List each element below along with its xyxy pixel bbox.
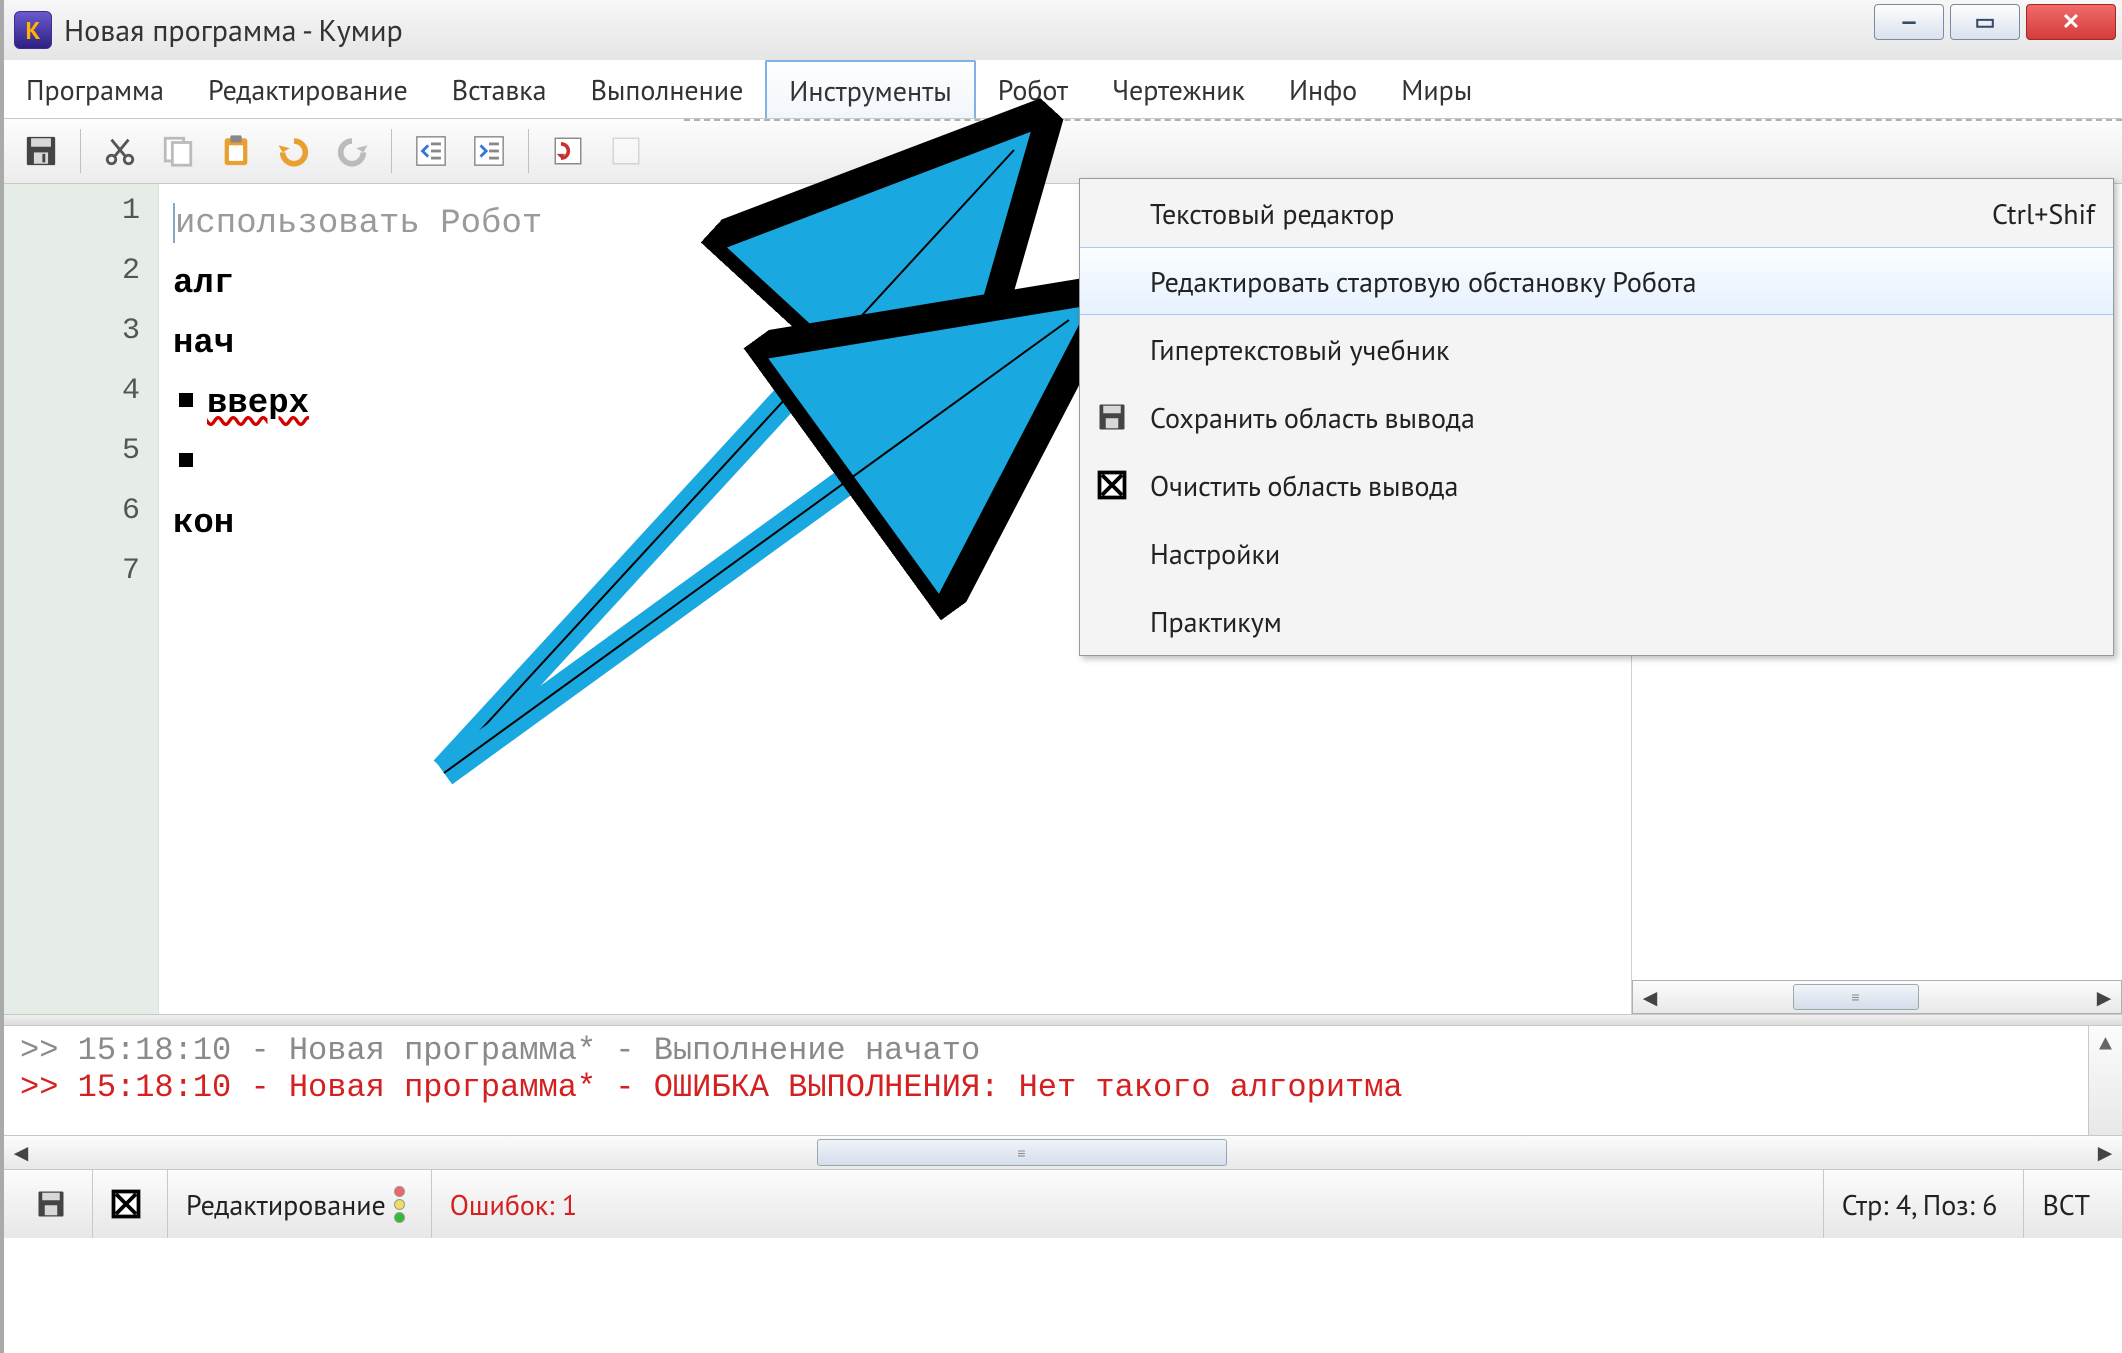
clear-icon [1097,470,1127,500]
outdent-button[interactable] [406,126,456,176]
scroll-thumb[interactable]: ≡ [1793,984,1919,1010]
outdent-icon [414,134,448,168]
menu-tools[interactable]: Инструменты [765,60,975,118]
window-controls: — ▭ ✕ [1874,0,2122,60]
menu-worlds[interactable]: Миры [1379,60,1494,118]
maximize-button[interactable]: ▭ [1950,4,2020,40]
console-vscrollbar[interactable]: ▲ [2088,1026,2122,1135]
maximize-icon: ▭ [1975,8,1996,36]
undo-icon [277,134,311,168]
scroll-right-icon[interactable]: ► [2088,1136,2122,1169]
save-button[interactable] [16,126,66,176]
dropdown-item[interactable]: Практикум [1080,587,2113,655]
side-hscrollbar[interactable]: ◄ ≡ ► [1632,980,2122,1014]
indent-button[interactable] [464,126,514,176]
dropdown-item[interactable]: Сохранить область вывода [1080,383,2113,451]
close-button[interactable]: ✕ [2026,4,2116,40]
status-cursor: Стр: 4, Поз: 6 [1823,1170,2016,1238]
app-icon: К [14,11,52,49]
tools-dropdown: Текстовый редакторCtrl+Shif Редактировать… [1079,178,2114,656]
run-step-button[interactable] [543,126,593,176]
scroll-thumb[interactable]: ≡ [817,1139,1227,1166]
menu-run[interactable]: Выполнение [569,60,766,118]
dropdown-item[interactable]: Гипертекстовый учебник [1080,315,2113,383]
window-title: Новая программа - Кумир [64,11,403,50]
scroll-track[interactable]: ≡ [38,1136,2088,1169]
minimize-button[interactable]: — [1874,4,1944,40]
console-line: >> 15:18:10 - Новая программа* - Выполне… [20,1032,2106,1069]
console-error-line: >> 15:18:10 - Новая программа* - ОШИБКА … [20,1069,2106,1106]
status-errors: Ошибок: 1 [431,1170,595,1238]
dropdown-shortcut: Ctrl+Shif [1992,195,2113,232]
console-panel: >> 15:18:10 - Новая программа* - Выполне… [4,1026,2122,1136]
toolbar-separator [391,129,392,173]
status-insert-mode: ВСТ [2023,1170,2108,1238]
status-mode: Редактирование [167,1170,423,1238]
scroll-track[interactable]: ≡ [1667,981,2087,1013]
toolbar-dashed-border [684,119,2122,121]
toolbar [4,118,2122,184]
dropdown-item[interactable]: Текстовый редакторCtrl+Shif [1080,179,2113,247]
dropdown-label: Сохранить область вывода [1144,399,2113,436]
indent-icon [472,134,506,168]
traffic-light-icon [394,1186,405,1223]
undo-button[interactable] [269,126,319,176]
titlebar: К Новая программа - Кумир — ▭ ✕ [4,0,2122,60]
dropdown-label: Настройки [1144,535,2113,572]
redo-button[interactable] [327,126,377,176]
scissors-icon [103,134,137,168]
toolbar-separator [80,129,81,173]
redo-icon [335,134,369,168]
save-icon [1097,402,1127,432]
save-icon [24,134,58,168]
scroll-right-icon[interactable]: ► [2087,981,2121,1013]
dropdown-label: Гипертекстовый учебник [1144,331,2113,368]
minimize-icon: — [1900,8,1918,36]
menu-insert[interactable]: Вставка [430,60,569,118]
dropdown-label: Редактировать стартовую обстановку Робот… [1144,263,2113,300]
line-gutter: 1 2 3 4 5 6 7 [4,184,159,1014]
paste-button[interactable] [211,126,261,176]
menu-draftsman[interactable]: Чертежник [1090,60,1267,118]
menu-info[interactable]: Инфо [1267,60,1379,118]
status-clear-button[interactable] [92,1170,159,1238]
save-icon [36,1189,66,1219]
run-button[interactable] [601,126,651,176]
clipboard-icon [219,134,253,168]
dropdown-item[interactable]: Настройки [1080,519,2113,587]
statusbar: Редактирование Ошибок: 1 Стр: 4, Поз: 6 … [4,1170,2122,1238]
menu-program[interactable]: Программа [4,60,186,118]
dropdown-item[interactable]: Очистить область вывода [1080,451,2113,519]
scroll-left-icon[interactable]: ◄ [4,1136,38,1169]
dropdown-item[interactable]: Редактировать стартовую обстановку Робот… [1080,247,2113,315]
horizontal-splitter[interactable] [4,1014,2122,1026]
play-icon [609,134,643,168]
menubar: Программа Редактирование Вставка Выполне… [4,60,2122,118]
menu-edit[interactable]: Редактирование [186,60,430,118]
scroll-left-icon[interactable]: ◄ [1633,981,1667,1013]
app-window: К Новая программа - Кумир — ▭ ✕ Программ… [0,0,2122,1353]
close-icon: ✕ [2062,8,2080,36]
dropdown-label: Практикум [1144,603,2113,640]
clear-icon [111,1189,141,1219]
console-hscrollbar[interactable]: ◄ ≡ ► [4,1136,2122,1170]
toolbar-separator [528,129,529,173]
menu-robot[interactable]: Робот [976,60,1090,118]
copy-button[interactable] [153,126,203,176]
copy-icon [161,134,195,168]
cut-button[interactable] [95,126,145,176]
dropdown-label: Очистить область вывода [1144,467,2113,504]
dropdown-label: Текстовый редактор [1144,195,1992,232]
step-icon [551,134,585,168]
scroll-up-icon[interactable]: ▲ [2099,1032,2112,1057]
status-save-button[interactable] [18,1170,84,1238]
